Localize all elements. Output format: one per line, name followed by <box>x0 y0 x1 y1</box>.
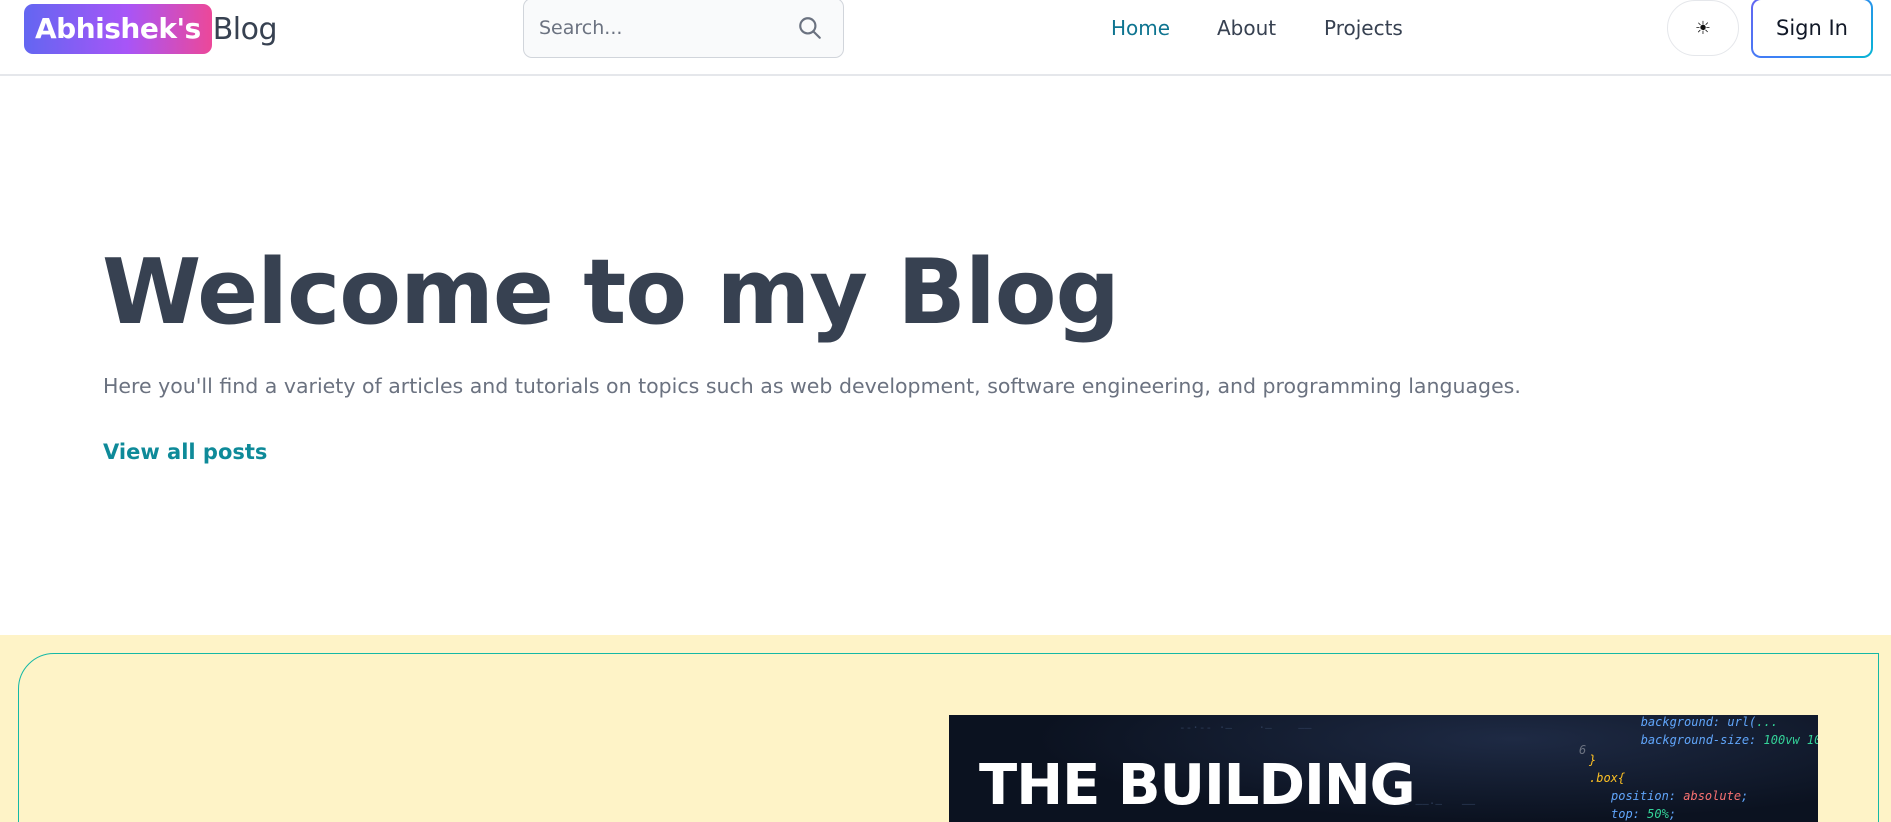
view-all-posts-link[interactable]: View all posts <box>103 440 267 464</box>
search-box <box>523 0 844 58</box>
sun-icon: ☀ <box>1694 17 1712 38</box>
featured-post-image[interactable]: --·-- ·— ·— —— ·—— ——·— —— background: u… <box>949 715 1818 822</box>
theme-toggle-button[interactable]: ☀ <box>1667 0 1739 56</box>
site-header: Abhishek's Blog Home About Projects ☀ Si… <box>0 0 1891 76</box>
featured-section: --·-- ·— ·— —— ·—— ——·— —— background: u… <box>0 635 1891 822</box>
sign-in-button[interactable]: Sign In <box>1751 0 1873 58</box>
search-icon[interactable] <box>797 15 823 41</box>
site-logo[interactable]: Abhishek's Blog <box>24 4 278 54</box>
nav-projects[interactable]: Projects <box>1324 16 1403 40</box>
nav-about[interactable]: About <box>1217 16 1276 40</box>
search-input[interactable] <box>524 0 774 57</box>
logo-badge: Abhishek's <box>24 4 212 54</box>
nav-home[interactable]: Home <box>1111 16 1170 40</box>
code-background: --·-- ·— ·— —— <box>1179 721 1312 734</box>
hero-subtitle: Here you'll find a variety of articles a… <box>103 374 1521 398</box>
logo-text: Blog <box>212 11 278 47</box>
featured-post-image-title: THE BUILDING <box>979 753 1416 818</box>
page-title: Welcome to my Blog <box>102 240 1120 345</box>
sign-in-label: Sign In <box>1753 0 1871 56</box>
